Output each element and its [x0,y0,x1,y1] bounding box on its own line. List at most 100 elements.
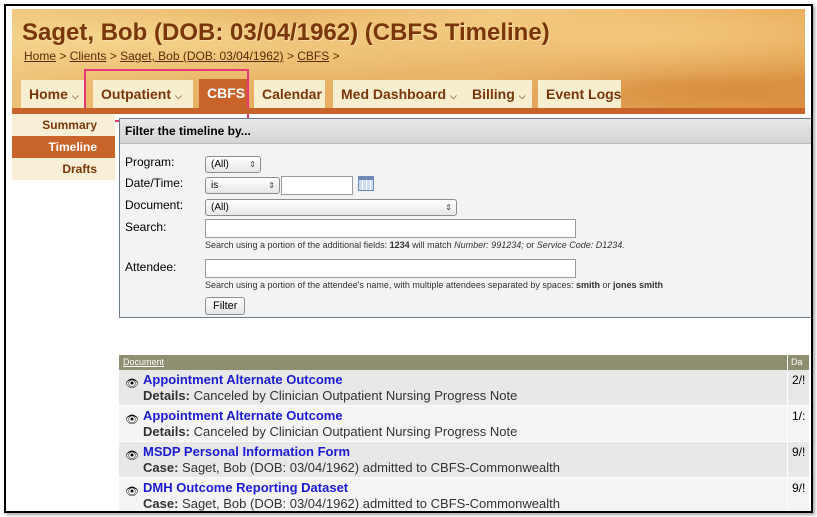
hint-text: or [523,240,537,250]
row-detail: Details: Canceled by Clinician Outpatien… [143,388,517,403]
chevron-down-icon: ⌵ [175,91,182,101]
detail-text: Saget, Bob (DOB: 03/04/1962) admitted to… [182,496,560,511]
search-hint: Search using a portion of the additional… [205,240,625,250]
sidebar-item-drafts[interactable]: Drafts [12,158,115,180]
tab-cbfs[interactable]: CBFS [199,79,248,111]
column-header-document[interactable]: Document [123,357,164,367]
program-select[interactable]: (All) ⇕ [205,156,261,173]
filter-heading: Filter the timeline by... [120,119,811,144]
updown-arrows-icon: ⇕ [445,203,452,212]
detail-text: Saget, Bob (DOB: 03/04/1962) admitted to… [182,460,560,475]
filter-panel: Filter the timeline by... Program: (All)… [119,118,811,318]
hint-text: Search using a portion of the additional… [205,240,390,250]
tab-outpatient[interactable]: Outpatient ⌵ [93,80,193,110]
row-detail: Case: Saget, Bob (DOB: 03/04/1962) admit… [143,460,560,475]
chevron-down-icon: ⌵ [518,91,526,101]
column-header-date[interactable]: Da [787,355,803,370]
datetime-input[interactable] [281,176,353,195]
document-link[interactable]: Appointment Alternate Outcome [143,372,343,387]
detail-text: Canceled by Clinician Outpatient Nursing… [193,424,518,439]
datetime-operator-select[interactable]: is ⇕ [205,177,280,194]
breadcrumb-separator: > [59,49,67,63]
hint-code: 1234 [389,240,410,250]
hint-text: or [599,280,613,290]
document-link[interactable]: DMH Outcome Reporting Dataset [143,480,348,495]
tab-label: Calendar [262,86,322,102]
detail-label: Case: [143,496,179,511]
chevron-down-icon: ⌵ [71,91,79,101]
tab-label: Event Logs [546,86,622,102]
tab-calendar[interactable]: Calendar [254,80,325,110]
sidebar: Summary Timeline Drafts [12,114,115,180]
breadcrumb-cbfs-link[interactable]: CBFS [297,49,329,63]
row-date: 9/! [787,442,805,477]
tab-label: CBFS [207,85,246,101]
breadcrumb-separator: > [109,49,117,63]
tab-med-dashboard[interactable]: Med Dashboard ⌵ [333,80,464,110]
hint-example: smith [575,280,600,290]
filter-button[interactable]: Filter [205,297,246,315]
hint-example: Number: 991234; [454,240,524,250]
eye-icon[interactable]: 👁 [125,485,139,498]
breadcrumb-client-link[interactable]: Saget, Bob (DOB: 03/04/1962) [120,49,283,63]
calendar-icon[interactable] [358,176,374,191]
program-select-value: (All) [211,159,229,170]
tab-home[interactable]: Home ⌵ [21,80,85,110]
chevron-down-icon: ⌵ [450,91,457,101]
tab-label: Med Dashboard [341,86,447,102]
breadcrumb-separator: > [332,49,340,63]
search-input[interactable] [205,219,576,238]
breadcrumb-separator: > [286,49,294,63]
app-window: Saget, Bob (DOB: 03/04/1962) (CBFS Timel… [4,4,813,513]
timeline-table: Document Da 👁 Appointment Alternate Outc… [119,355,809,511]
sidebar-item-summary[interactable]: Summary [12,114,115,136]
document-link[interactable]: Appointment Alternate Outcome [143,408,343,423]
hint-example: jones smith [612,280,663,290]
attendee-hint: Search using a portion of the attendee's… [205,280,663,290]
datetime-operator-value: is [211,180,219,191]
row-detail: Details: Canceled by Clinician Outpatien… [143,424,517,439]
detail-text: Canceled by Clinician Outpatient Nursing… [193,388,518,403]
detail-label: Details: [143,424,190,439]
tab-billing[interactable]: Billing ⌵ [464,80,532,110]
hint-text: will match [409,240,455,250]
document-link[interactable]: MSDP Personal Information Form [143,444,350,459]
breadcrumb-home-link[interactable]: Home [24,49,56,63]
row-date: 2/! [787,370,805,405]
updown-arrows-icon: ⇕ [249,160,256,169]
attendee-label: Attendee: [125,260,177,274]
eye-icon[interactable]: 👁 [125,449,139,462]
tab-event-logs[interactable]: Event Logs [538,80,621,110]
eye-icon[interactable]: 👁 [125,377,139,390]
detail-label: Case: [143,460,179,475]
breadcrumb-clients-link[interactable]: Clients [70,49,107,63]
document-select-value: (All) [211,202,229,213]
table-row: 👁 Appointment Alternate Outcome Details:… [119,370,809,406]
header-banner: Saget, Bob (DOB: 03/04/1962) (CBFS Timel… [12,9,805,112]
tab-label: Billing [472,86,515,102]
breadcrumb: Home > Clients > Saget, Bob (DOB: 03/04/… [24,49,340,63]
table-row: 👁 Appointment Alternate Outcome Details:… [119,406,809,442]
row-detail: Case: Saget, Bob (DOB: 03/04/1962) admit… [143,496,560,511]
detail-label: Details: [143,388,190,403]
table-row: 👁 MSDP Personal Information Form Case: S… [119,442,809,478]
table-row: 👁 DMH Outcome Reporting Dataset Case: Sa… [119,478,809,511]
attendee-input[interactable] [205,259,576,278]
document-select[interactable]: (All) ⇕ [205,199,457,216]
updown-arrows-icon: ⇕ [268,181,275,190]
tab-underline-bar [12,108,805,114]
tab-label: Home [29,86,68,102]
row-date: 9/! [787,478,805,511]
document-label: Document: [125,198,184,212]
hint-example: Service Code: D1234. [536,240,625,250]
eye-icon[interactable]: 👁 [125,413,139,426]
hint-text: Search using a portion of the attendee's… [205,280,576,290]
tab-label: Outpatient [101,86,171,102]
program-label: Program: [125,155,175,169]
sidebar-item-timeline[interactable]: Timeline [12,136,115,158]
row-date: 1/: [787,406,805,441]
search-label: Search: [125,220,167,234]
page-title: Saget, Bob (DOB: 03/04/1962) (CBFS Timel… [22,19,550,46]
table-header: Document Da [119,355,809,370]
datetime-label: Date/Time: [125,176,184,190]
